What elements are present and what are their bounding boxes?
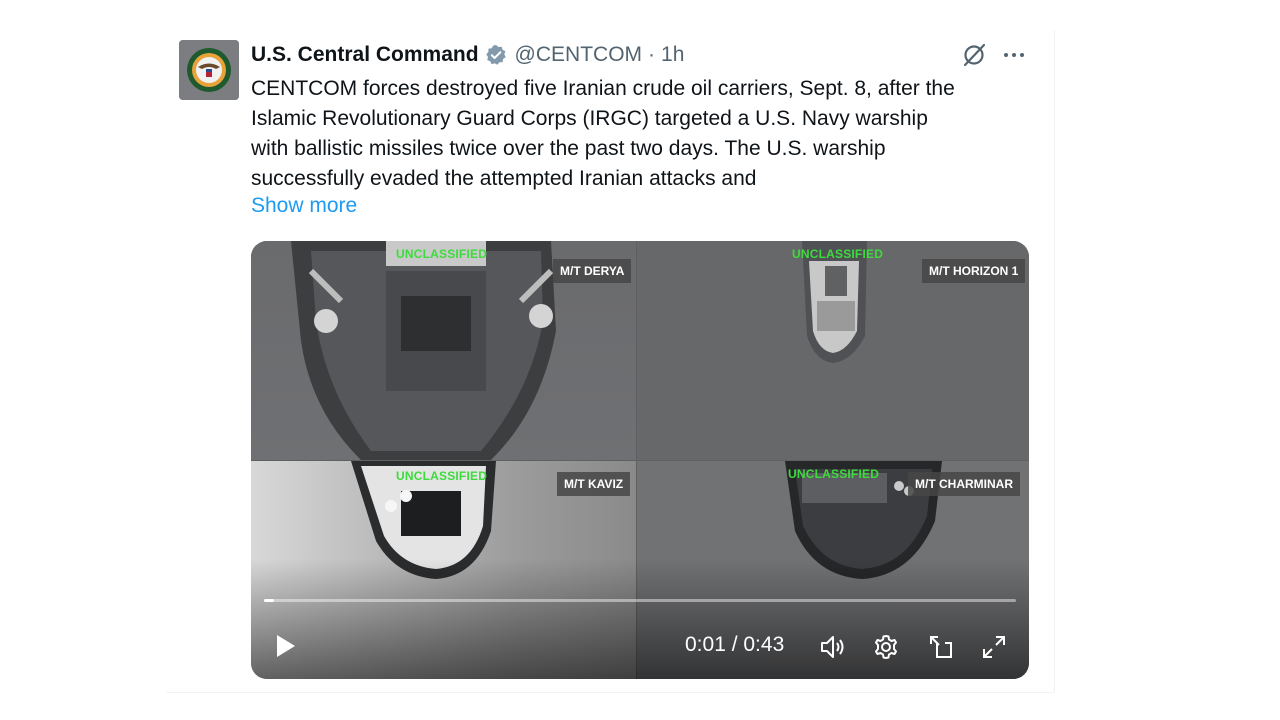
controls-gradient	[251, 559, 1029, 679]
video-quadrant-derya: UNCLASSIFIED M/T DERYA	[251, 241, 636, 460]
tweet-text-line: Islamic Revolutionary Guard Corps (IRGC)…	[251, 107, 928, 130]
progress-bar[interactable]	[264, 599, 1016, 602]
video-quadrant-horizon: UNCLASSIFIED M/T HORIZON 1	[637, 241, 1029, 460]
classification-label: UNCLASSIFIED	[792, 247, 884, 261]
classification-label: UNCLASSIFIED	[396, 469, 488, 483]
time-readout: 0:01 / 0:43	[685, 633, 785, 656]
author-name[interactable]: U.S. Central Command	[251, 43, 479, 67]
fullscreen-icon[interactable]	[980, 633, 1008, 661]
pip-icon[interactable]	[927, 633, 955, 661]
vessel-label: M/T HORIZON 1	[922, 259, 1026, 283]
tweet-text-line: CENTCOM forces destroyed five Iranian cr…	[251, 77, 955, 100]
show-more-link[interactable]: Show more	[251, 194, 357, 218]
author-handle[interactable]: @CENTCOM	[515, 43, 642, 67]
tweet-text: CENTCOM forces destroyed five Iranian cr…	[251, 74, 1041, 194]
progress-fill	[264, 599, 274, 602]
more-icon[interactable]	[1000, 42, 1028, 68]
verified-badge-icon	[485, 44, 507, 66]
avatar[interactable]	[179, 40, 239, 100]
vessel-label: M/T DERYA	[553, 259, 632, 283]
play-icon[interactable]	[273, 633, 297, 659]
tweet-text-line: with ballistic missiles twice over the p…	[251, 137, 886, 160]
vessel-label: M/T CHARMINAR	[908, 472, 1020, 496]
grok-icon[interactable]	[961, 42, 987, 68]
video-player[interactable]: UNCLASSIFIED M/T DERYA UNCLASSIFIED M/T …	[251, 241, 1029, 679]
vessel-label: M/T KAVIZ	[557, 472, 631, 496]
separator-dot: ·	[648, 43, 656, 66]
tweet-header: U.S. Central Command @CENTCOM · 1h	[251, 40, 684, 70]
tweet-text-line: successfully evaded the attempted Irania…	[251, 167, 757, 190]
classification-label: UNCLASSIFIED	[788, 467, 880, 481]
volume-icon[interactable]	[819, 633, 847, 661]
settings-icon[interactable]	[872, 633, 900, 661]
timestamp[interactable]: 1h	[661, 43, 684, 67]
classification-label: UNCLASSIFIED	[396, 247, 488, 261]
